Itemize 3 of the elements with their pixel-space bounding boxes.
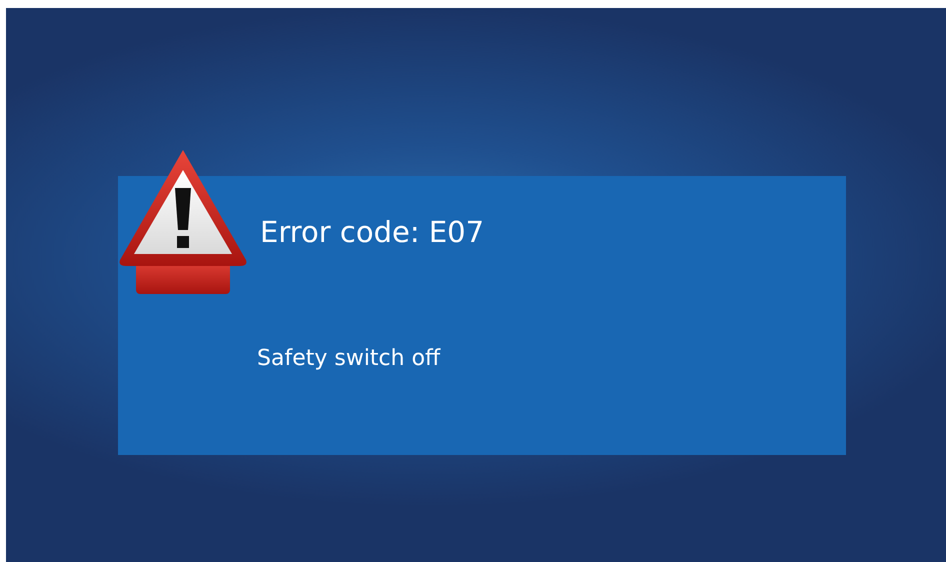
warning-icon [118,148,248,296]
error-title: Error code: E07 [260,214,486,251]
error-message: Safety switch off [257,345,442,373]
